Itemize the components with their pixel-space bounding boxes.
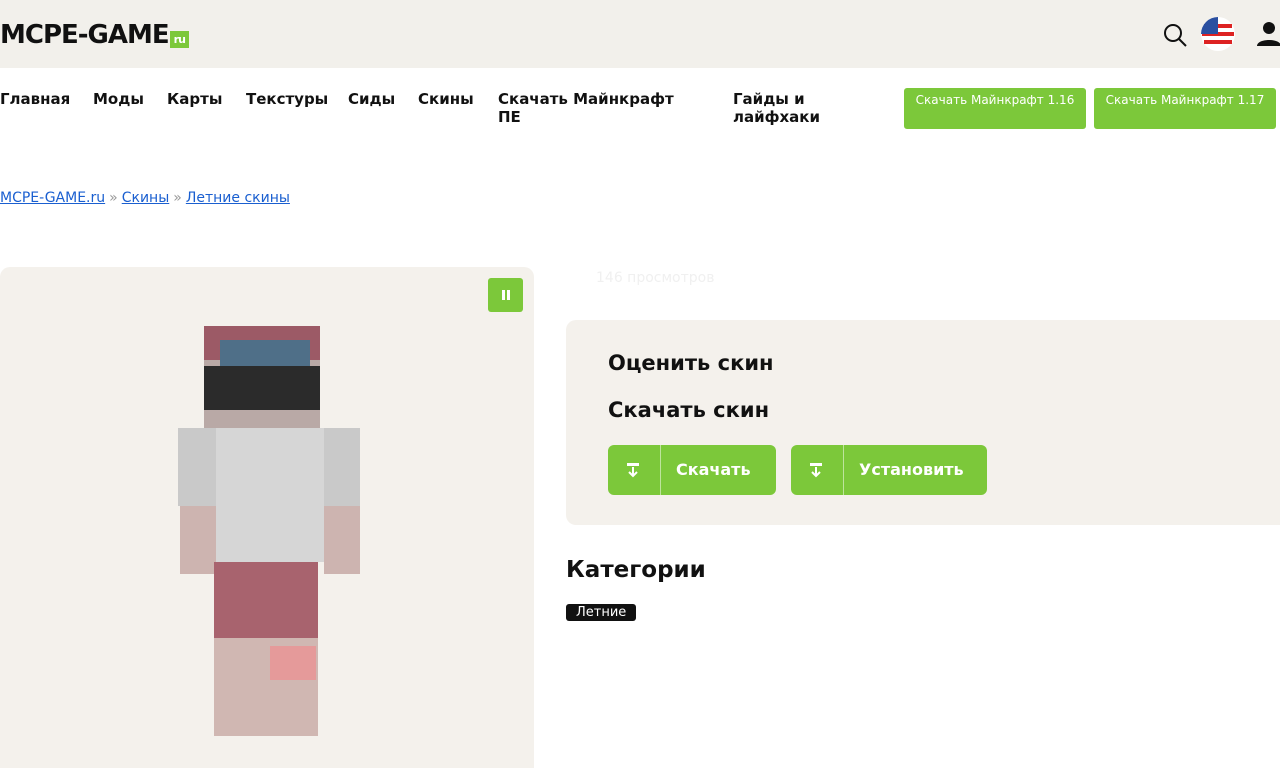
nav-item-maps[interactable]: Карты	[167, 90, 222, 108]
breadcrumb-home[interactable]: MCPE-GAME.ru	[0, 190, 105, 206]
breadcrumb-skins[interactable]: Скины	[122, 190, 170, 206]
view-count: 146 просмотров	[596, 270, 715, 286]
category-tag-summer[interactable]: Летние	[566, 604, 637, 621]
download-skin-title: Скачать скин	[608, 398, 770, 422]
nav-item-skins[interactable]: Скины	[418, 90, 474, 108]
site-header: MCPE-GAME ru	[0, 0, 1280, 68]
install-skin-button[interactable]: Установить	[791, 445, 987, 495]
rate-skin-title: Оценить скин	[608, 351, 774, 375]
download-minecraft-116-button[interactable]: Скачать Майнкрафт 1.16	[904, 88, 1086, 129]
search-icon[interactable]	[1162, 22, 1188, 48]
download-skin-button[interactable]: Скачать	[608, 445, 776, 495]
pause-animation-button[interactable]	[488, 278, 523, 312]
site-logo[interactable]: MCPE-GAME ru	[0, 20, 189, 50]
download-label: Скачать	[676, 460, 751, 479]
nav-item-download-pe[interactable]: Скачать Майнкрафт ПЕ	[498, 90, 698, 126]
nav-item-guides[interactable]: Гайды и лайфхаки	[733, 90, 843, 126]
breadcrumb: MCPE-GAME.ru» Скины» Летние скины	[0, 190, 290, 206]
nav-item-seeds[interactable]: Сиды	[348, 90, 395, 108]
nav-item-mods[interactable]: Моды	[93, 90, 144, 108]
nav-item-textures[interactable]: Текстуры	[246, 90, 328, 108]
breadcrumb-summer-skins[interactable]: Летние скины	[186, 190, 290, 206]
skin-model-image	[178, 326, 360, 736]
nav-item-home[interactable]: Главная	[0, 90, 70, 108]
download-icon	[608, 445, 661, 495]
download-minecraft-117-button[interactable]: Скачать Майнкрафт 1.17	[1094, 88, 1276, 129]
categories-title: Категории	[566, 557, 706, 583]
user-icon[interactable]	[1256, 20, 1280, 46]
download-icon	[791, 445, 844, 495]
install-label: Установить	[859, 460, 964, 479]
us-flag-icon[interactable]	[1200, 16, 1236, 52]
